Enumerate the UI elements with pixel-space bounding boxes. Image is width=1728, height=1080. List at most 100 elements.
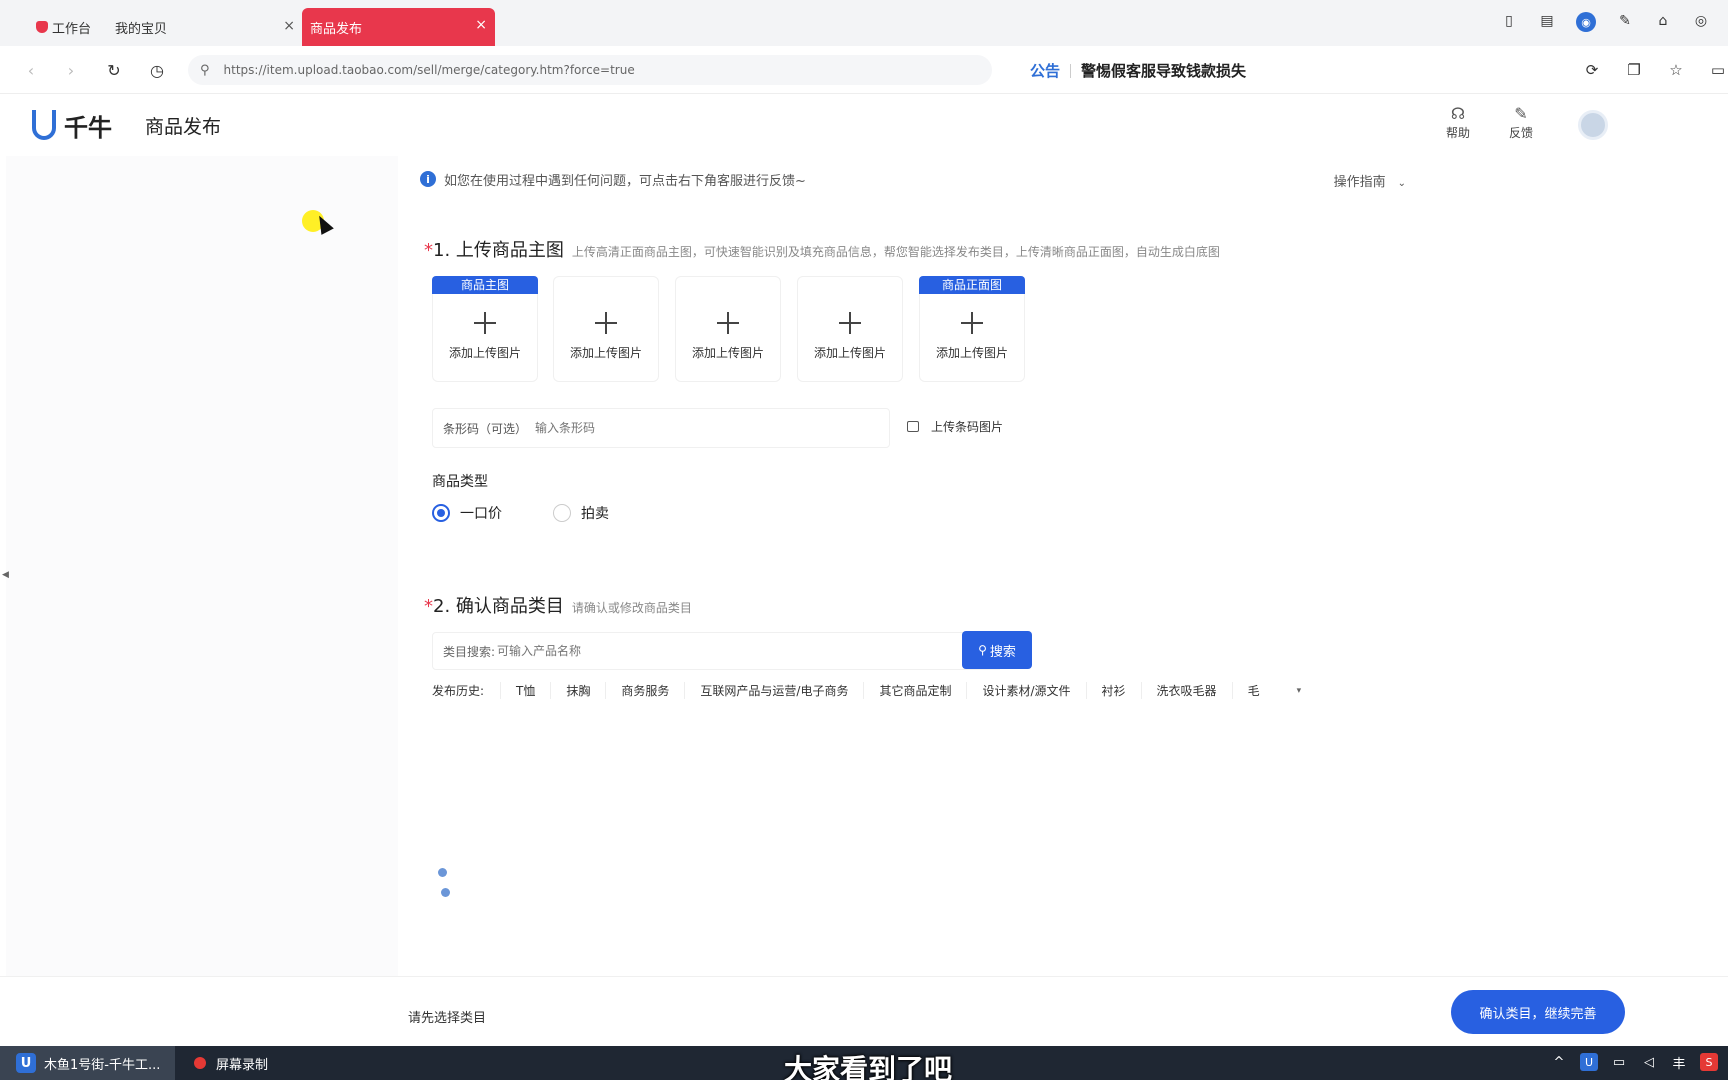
shirt-icon[interactable]: ⌂ <box>1654 12 1672 30</box>
upload-label: 添加上传图片 <box>448 346 521 360</box>
history-item[interactable]: 设计素材/源文件 <box>966 682 1085 699</box>
history-item[interactable]: 其它商品定制 <box>863 682 966 699</box>
history-item[interactable]: 互联网产品与运营/电子商务 <box>684 682 863 699</box>
upload-label: 添加上传图片 <box>813 346 886 360</box>
info-banner: i 如您在使用过程中遇到任何问题，可点击右下角客服进行反馈~ 操作指南 ⌄ <box>420 164 1416 194</box>
barcode-input[interactable] <box>535 421 686 435</box>
upload-barcode-button[interactable]: 上传条码图片 <box>907 418 1003 435</box>
right-area <box>1438 156 1728 976</box>
volume-icon[interactable]: ◁ <box>1640 1053 1658 1071</box>
history-item[interactable]: 商务服务 <box>605 682 684 699</box>
radio-label: 一口价 <box>460 506 502 522</box>
announcement-label: 公告 <box>1030 62 1061 80</box>
upload-slot-front[interactable]: 商品正面图 添加上传图片 <box>919 276 1025 382</box>
upload-slot[interactable]: 添加上传图片 <box>797 276 903 382</box>
help-button[interactable]: ☊ 帮助 <box>1438 104 1478 141</box>
publish-form: i 如您在使用过程中遇到任何问题，可点击右下角客服进行反馈~ 操作指南 ⌄ * 1… <box>398 156 1438 976</box>
qianniu-tray-icon[interactable]: U <box>1580 1053 1598 1071</box>
section-upload-title: * 1. 上传商品主图 上传高清正面商品主图，可快速智能识别及填充商品信息，帮您… <box>424 236 1220 262</box>
collapse-arrow-icon[interactable]: ◀ <box>2 570 9 580</box>
upload-barcode-label: 上传条码图片 <box>931 420 1004 434</box>
app-header: 千牛 商品发布 ☊ 帮助 ✎ 反馈 <box>0 94 1728 156</box>
qianniu-app-icon: U <box>16 1053 36 1073</box>
forward-icon[interactable]: › <box>60 59 82 81</box>
taskbar-item-qianniu[interactable]: U 木鱼1号街-千牛工... <box>0 1046 175 1080</box>
home-icon <box>36 21 48 33</box>
system-tray: ^ U ▭ ◁ 丰 S <box>1550 1053 1718 1072</box>
back-icon[interactable]: ‹ <box>20 59 42 81</box>
reload-icon[interactable]: ↻ <box>103 59 125 81</box>
network-icon[interactable]: ▭ <box>1610 1053 1628 1071</box>
page-title: 商品发布 <box>145 116 222 138</box>
settings-icon[interactable]: ◎ <box>1692 12 1710 30</box>
tab-my-items[interactable]: 我的宝贝 × <box>105 8 295 46</box>
radio-indicator <box>553 504 571 522</box>
upload-slot[interactable]: 添加上传图片 <box>553 276 659 382</box>
video-subtitle: 大家看到了吧 <box>784 1053 953 1080</box>
chevron-up-icon[interactable]: ^ <box>1550 1053 1568 1071</box>
spinner-dot <box>438 868 447 877</box>
search-icon: ⚲ <box>978 643 987 657</box>
input-method-icon[interactable]: 丰 <box>1670 1053 1688 1072</box>
chevron-down-icon[interactable]: ▾ <box>1297 686 1302 696</box>
category-search-input[interactable] <box>497 644 898 658</box>
guide-dropdown[interactable]: 操作指南 ⌄ <box>1334 171 1406 190</box>
qianniu-logo[interactable]: 千牛 <box>32 108 112 143</box>
upload-label: 添加上传图片 <box>569 346 642 360</box>
history-icon[interactable]: ◷ <box>146 59 168 81</box>
required-mark: * <box>424 240 433 261</box>
section-category-title: * 2. 确认商品类目 请确认或修改商品类目 <box>424 592 692 618</box>
history-item[interactable]: 衬衫 <box>1085 682 1141 699</box>
star-icon[interactable]: ☆ <box>1666 60 1686 80</box>
phone-icon[interactable]: ▯ <box>1500 12 1518 30</box>
app-tray-icon[interactable]: S <box>1700 1053 1718 1071</box>
history-item[interactable]: 抹胸 <box>550 682 605 699</box>
upload-slot-main[interactable]: 商品主图 添加上传图片 <box>432 276 538 382</box>
upload-label: 添加上传图片 <box>691 346 764 360</box>
history-item[interactable]: 毛 <box>1231 682 1275 699</box>
tab-label: 工作台 <box>52 21 92 37</box>
slot-tag: 商品主图 <box>432 276 538 294</box>
section-title: 2. 确认商品类目 <box>433 596 564 617</box>
announcement[interactable]: 公告 警惕假客服导致钱款损失 <box>1030 60 1246 81</box>
history-label: 发布历史: <box>432 684 485 698</box>
radio-fixed-price[interactable]: 一口价 <box>432 503 502 523</box>
avatar[interactable] <box>1578 110 1608 140</box>
guide-label: 操作指南 <box>1333 175 1386 190</box>
copy-icon[interactable]: ❐ <box>1624 60 1644 80</box>
window-tools: ▯ ▤ ◉ ✎ ⌂ ◎ <box>1500 12 1710 32</box>
divider <box>1070 63 1072 78</box>
tab-close-icon[interactable]: × <box>475 17 487 33</box>
category-search-label: 类目搜索: <box>443 644 496 659</box>
url-field[interactable]: ⚲ https://item.upload.taobao.com/sell/me… <box>188 55 992 85</box>
notes-icon[interactable]: ✎ <box>1616 12 1634 30</box>
radio-auction[interactable]: 拍卖 <box>553 503 609 523</box>
taskbar-label: 屏幕录制 <box>216 1057 269 1073</box>
history-item[interactable]: 洗衣吸毛器 <box>1140 682 1232 699</box>
product-type-label: 商品类型 <box>432 474 488 490</box>
url-text: https://item.upload.taobao.com/sell/merg… <box>223 63 635 77</box>
info-text: 如您在使用过程中遇到任何问题，可点击右下角客服进行反馈~ <box>444 173 806 189</box>
taskbar-item-recorder[interactable]: 屏幕录制 <box>190 1046 268 1080</box>
plus-icon <box>961 312 983 334</box>
tab-close-icon[interactable]: × <box>283 18 295 34</box>
confirm-category-button[interactable]: 确认类目，继续完善 <box>1451 990 1625 1034</box>
refresh-circle-icon[interactable]: ⟳ <box>1582 60 1602 80</box>
image-icon <box>907 421 919 432</box>
tab-product-publish[interactable]: 商品发布 × <box>302 8 495 46</box>
tab-label: 商品发布 <box>310 21 363 37</box>
user-avatar-icon[interactable]: ◉ <box>1576 12 1596 32</box>
publish-history: 发布历史: T恤 抹胸 商务服务 互联网产品与运营/电子商务 其它商品定制 设计… <box>432 682 1301 699</box>
taskbar-label: 木鱼1号街-千牛工... <box>44 1057 161 1073</box>
feedback-label: 反馈 <box>1508 126 1533 140</box>
history-item[interactable]: T恤 <box>500 682 550 699</box>
plus-icon <box>474 312 496 334</box>
required-mark: * <box>424 596 433 617</box>
section-desc: 上传高清正面商品主图，可快速智能识别及填充商品信息，帮您智能选择发布类目，上传清… <box>571 245 1220 259</box>
search-button[interactable]: ⚲ 搜索 <box>962 631 1032 669</box>
tablet-icon[interactable]: ▤ <box>1538 12 1556 30</box>
qianniu-logo-icon <box>32 109 56 140</box>
upload-slot[interactable]: 添加上传图片 <box>675 276 781 382</box>
window-icon[interactable]: ▭ <box>1708 60 1728 80</box>
feedback-button[interactable]: ✎ 反馈 <box>1501 104 1541 141</box>
